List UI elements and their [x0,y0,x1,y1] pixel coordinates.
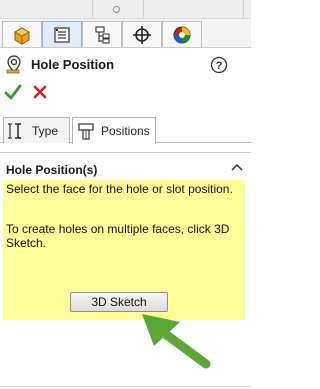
tab-dimxpert-manager[interactable] [122,21,162,47]
property-manager-icon [54,26,70,43]
tab-positions-label: Positions [101,124,150,138]
tab-type-label: Type [32,123,59,138]
hole-position-icon [78,123,94,140]
hole-subtab-bar: Type Positions [0,115,251,144]
page-title: Hole Position [31,57,115,72]
feature-manager-icon [14,26,30,45]
tab-positions[interactable]: Positions [72,117,156,144]
message-text: Select the face for the hole or slot pos… [6,182,233,196]
chevron-up-icon[interactable] [230,161,244,173]
tab-appearance-manager[interactable] [162,21,202,47]
dimxpert-manager-icon [133,25,151,44]
checkmark-icon[interactable] [4,83,22,101]
x-icon[interactable] [32,84,48,100]
tab-property-manager[interactable] [42,21,82,47]
strip-separator [143,0,144,19]
tab-type[interactable]: Type [3,117,70,143]
svg-text:?: ? [216,60,223,72]
configuration-manager-icon [95,25,110,43]
splitter-handle-icon[interactable] [113,6,120,13]
manager-tab-bar [0,19,251,48]
strip-separator [243,0,244,19]
question-icon[interactable]: ? [210,56,228,74]
green-arrow-icon [142,314,211,369]
panel-title-row: Hole Position ? [0,52,251,78]
tab-feature-manager[interactable] [2,21,42,47]
appearance-manager-icon [173,26,191,43]
panel-top-strip [0,0,251,19]
section-title: Hole Position(s) [6,163,98,177]
strip-separator [92,0,93,19]
message-box: Select the face for the hole or slot pos… [3,180,245,320]
hole-wizard-icon [6,55,21,74]
tab-configuration-manager[interactable] [82,21,122,47]
hole-type-icon [8,122,21,139]
message-text-multiple-faces: To create holes on multiple faces, click… [6,222,230,250]
panel-bottom-border [0,386,251,387]
section-divider [0,152,251,153]
